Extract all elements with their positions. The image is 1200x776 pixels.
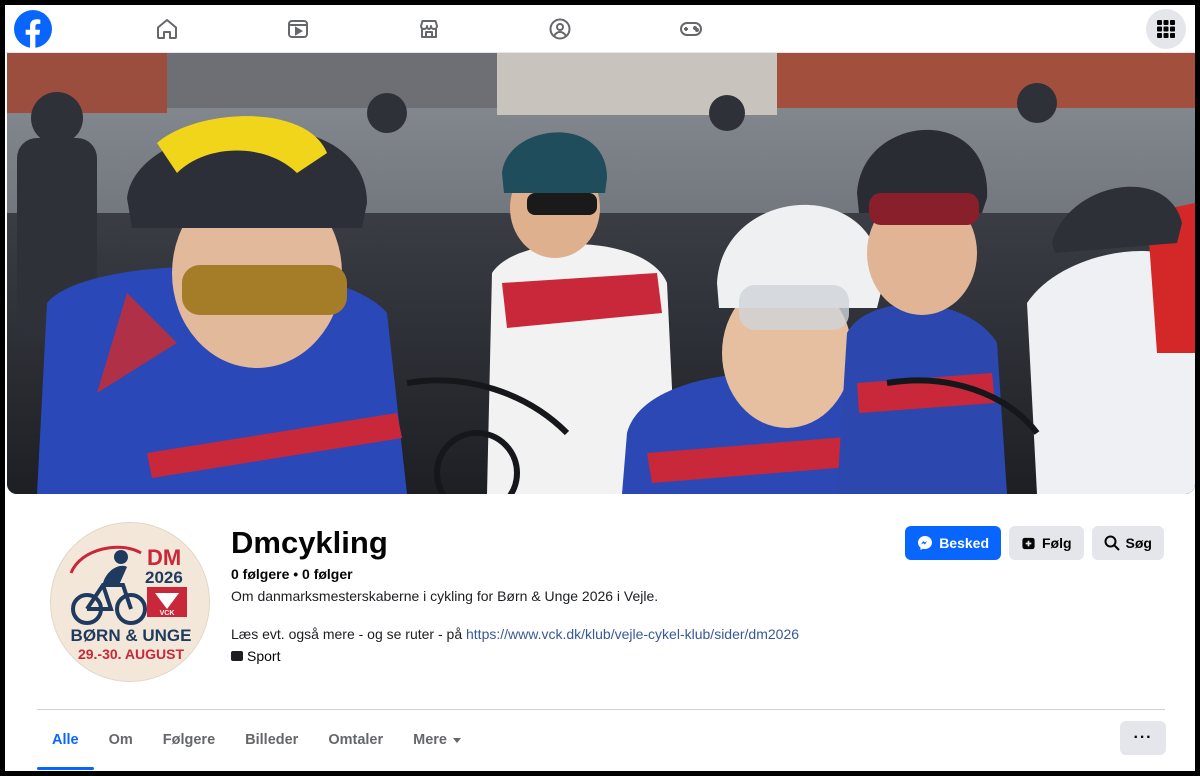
search-icon [1104, 535, 1120, 551]
category-line: Sport [231, 648, 280, 664]
avatar-dm-text: DM [147, 545, 181, 570]
about-text: Om danmarksmesterskaberne i cykling for … [231, 588, 659, 604]
tab-all[interactable]: Alle [37, 710, 94, 770]
profile-actions: Besked Følg Søg [905, 526, 1164, 560]
tab-more[interactable]: Mere [398, 710, 476, 770]
tab-followers[interactable]: Følgere [148, 710, 230, 770]
groups-icon[interactable] [546, 15, 574, 43]
home-icon[interactable] [153, 15, 181, 43]
avatar-vck-badge: VCK [160, 610, 175, 617]
profile-tabs: Alle Om Følgere Billeder Omtaler Mere [37, 710, 476, 770]
more-info-prefix: Læs evt. også mere - og se ruter - på [231, 626, 466, 642]
tab-label: Følgere [162, 732, 216, 748]
grid-menu-icon[interactable] [1146, 9, 1186, 49]
tab-reviews[interactable]: Omtaler [313, 710, 398, 770]
search-button[interactable]: Søg [1091, 526, 1164, 560]
chevron-down-icon [453, 737, 461, 743]
messenger-icon [918, 536, 933, 550]
message-button[interactable]: Besked [905, 526, 1001, 560]
tab-photos[interactable]: Billeder [230, 710, 313, 770]
more-info-line: Læs evt. også mere - og se ruter - på ht… [231, 626, 799, 642]
gaming-icon[interactable] [677, 15, 705, 43]
category-label: Sport [247, 648, 281, 664]
tab-label: Omtaler [328, 732, 384, 748]
search-button-label: Søg [1125, 535, 1152, 551]
tab-label: Om [108, 732, 133, 748]
avatar-year-text: 2026 [145, 568, 183, 587]
video-icon[interactable] [284, 15, 312, 43]
website-link[interactable]: https://www.vck.dk/klub/vejle-cykel-klub… [466, 626, 799, 642]
tab-label: Billeder [245, 732, 299, 748]
more-options-button[interactable]: ··· [1120, 721, 1166, 755]
page-frame: DM 2026 VCK BØRN & UNGE 29.-30. AUGUST D… [5, 5, 1195, 771]
tab-label: Mere [413, 732, 447, 748]
avatar-bu-text: BØRN & UNGE [71, 626, 192, 645]
follow-button[interactable]: Følg [1009, 526, 1084, 560]
tab-label: Alle [52, 732, 79, 748]
facebook-logo-icon[interactable] [14, 10, 52, 48]
marketplace-icon[interactable] [415, 15, 443, 43]
follow-button-label: Følg [1042, 535, 1072, 551]
avatar-date-text: 29.-30. AUGUST [78, 646, 185, 662]
top-navigation-bar [5, 5, 1195, 53]
tab-about[interactable]: Om [94, 710, 148, 770]
profile-avatar[interactable]: DM 2026 VCK BØRN & UNGE 29.-30. AUGUST [50, 522, 210, 682]
follow-icon [1022, 537, 1035, 549]
briefcase-icon [231, 651, 243, 661]
page-title: Dmcykling [231, 525, 388, 560]
cover-photo[interactable] [7, 53, 1195, 494]
followers-count[interactable]: 0 følgere • 0 følger [231, 566, 353, 582]
message-button-label: Besked [939, 535, 989, 551]
